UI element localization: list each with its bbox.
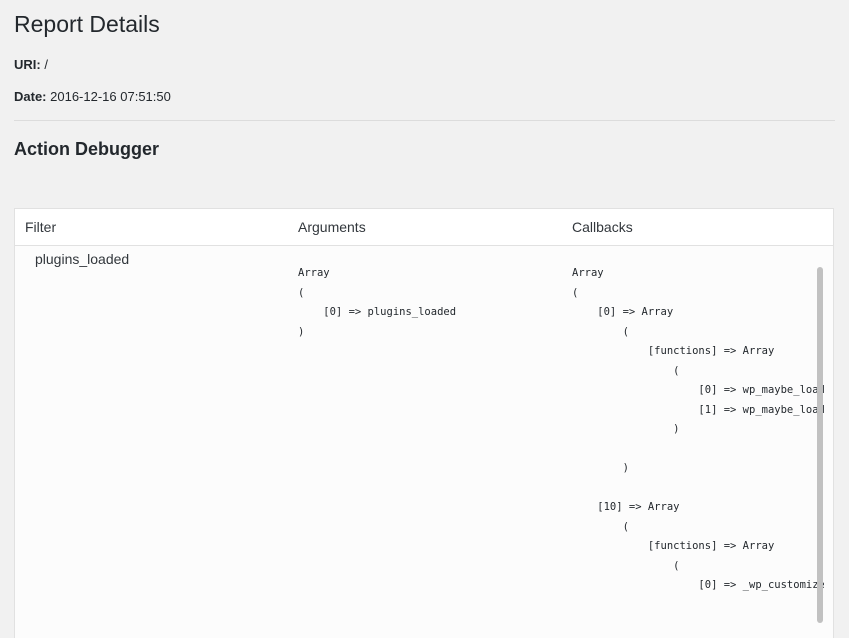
column-header-callbacks: Callbacks [572, 219, 633, 235]
report-details-page: Report Details URI: / Date: 2016-12-16 0… [0, 0, 849, 638]
callbacks-dump: Array ( [0] => Array ( [functions] => Ar… [572, 267, 824, 591]
table-header: Filter Arguments Callbacks [15, 209, 833, 246]
section-divider [14, 120, 835, 121]
callbacks-cell[interactable]: Array ( [0] => Array ( [functions] => Ar… [572, 264, 824, 594]
arguments-dump: Array ( [0] => plugins_loaded ) [298, 267, 457, 338]
page-title: Report Details [14, 11, 160, 37]
action-debugger-table: Filter Arguments Callbacks plugins_loade… [14, 208, 834, 638]
date-value: 2016-12-16 07:51:50 [50, 89, 171, 104]
date-label: Date: [14, 89, 47, 104]
section-title: Action Debugger [14, 139, 160, 159]
callbacks-scrollbar[interactable] [817, 267, 823, 623]
column-header-filter: Filter [25, 219, 57, 235]
uri-label: URI: [14, 57, 41, 72]
date-line: Date: 2016-12-16 07:51:50 [14, 88, 171, 106]
column-header-arguments: Arguments [298, 219, 366, 235]
uri-line: URI: / [14, 56, 48, 74]
arguments-cell: Array ( [0] => plugins_loaded ) [298, 264, 456, 342]
filter-cell: plugins_loaded [35, 251, 130, 267]
uri-value: / [44, 57, 48, 72]
